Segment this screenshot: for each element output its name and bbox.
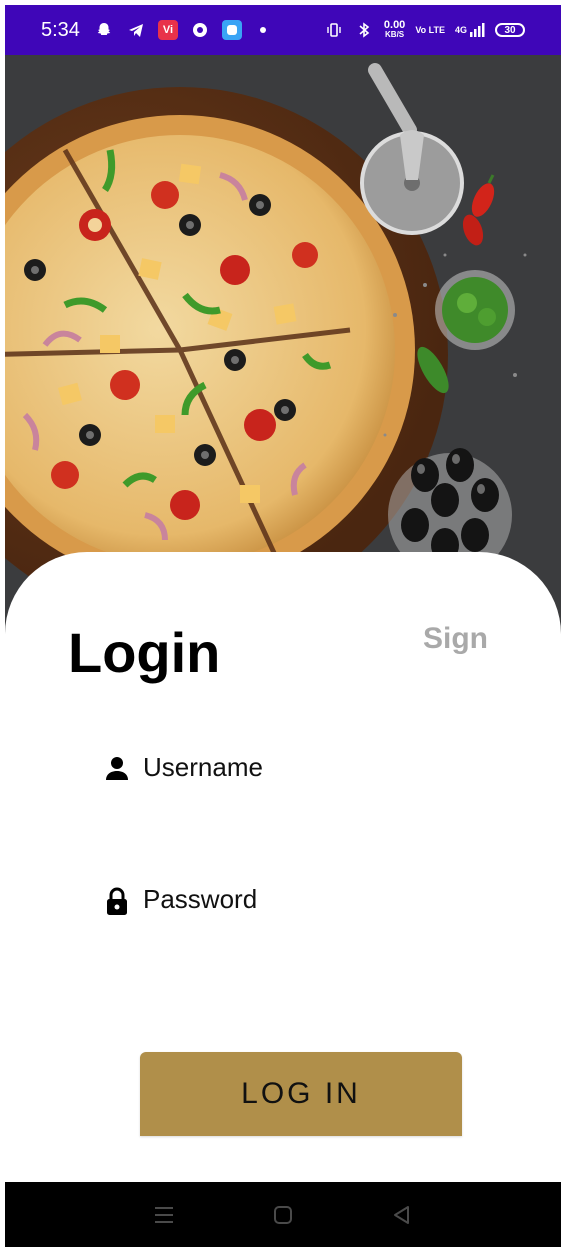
person-icon	[103, 754, 131, 782]
username-input[interactable]	[143, 752, 463, 783]
system-navigation-bar	[5, 1182, 561, 1247]
status-bar: 5:34 Vi 0.00 KB/S Vo LTE 4G 30	[5, 5, 561, 55]
login-button[interactable]: LOG IN	[140, 1052, 462, 1136]
more-notifications-dot-icon	[259, 27, 266, 33]
snapchat-icon	[94, 20, 114, 40]
home-icon[interactable]	[268, 1200, 298, 1230]
network-speed-value: 0.00	[383, 19, 406, 31]
back-icon[interactable]	[387, 1200, 417, 1230]
bluetooth-icon	[354, 20, 374, 40]
network-speed-unit: KB/S	[385, 30, 405, 39]
vi-app-icon: Vi	[157, 20, 178, 40]
network-speed: 0.00 KB/S	[384, 20, 405, 40]
lock-icon	[103, 886, 131, 915]
notification-icons: Vi	[94, 20, 266, 40]
vibrate-icon	[324, 20, 344, 40]
menu-icon[interactable]	[149, 1200, 179, 1230]
status-time: 5:34	[41, 18, 80, 41]
username-field[interactable]	[103, 752, 463, 783]
sign-up-tab[interactable]: Sign	[423, 622, 488, 656]
volte-badge: Vo LTE	[415, 25, 445, 35]
network-type: 4G	[454, 25, 467, 35]
login-title: Login	[68, 621, 221, 684]
battery-icon: 30	[495, 23, 525, 37]
signal-icon: 4G	[455, 20, 485, 40]
login-card: Login Sign LOG IN	[5, 552, 561, 1152]
system-indicators: 0.00 KB/S Vo LTE 4G 30	[324, 20, 525, 40]
app-square-icon	[221, 20, 242, 40]
password-input[interactable]	[143, 884, 463, 915]
telegram-icon	[126, 20, 146, 40]
chat-icon	[190, 20, 210, 40]
password-field[interactable]	[103, 884, 463, 915]
battery-level: 30	[504, 24, 516, 36]
